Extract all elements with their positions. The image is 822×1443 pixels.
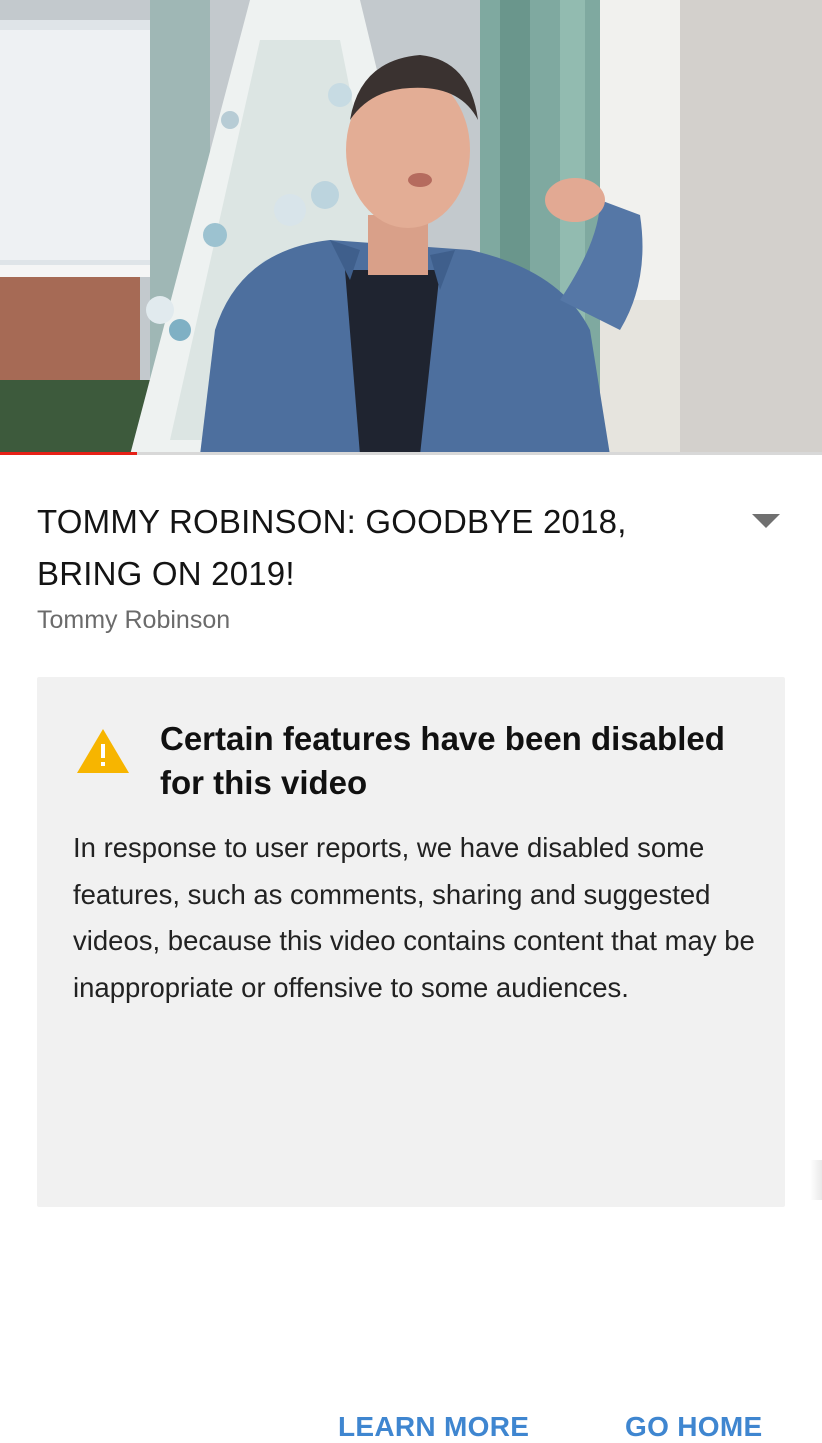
chevron-down-icon[interactable]: [750, 510, 782, 530]
video-title: TOMMY ROBINSON: GOODBYE 2018, BRING ON 2…: [37, 503, 627, 592]
restriction-notice: Certain features have been disabled for …: [37, 677, 785, 1442]
video-player[interactable]: [0, 0, 822, 455]
notice-title: Certain features have been disabled for …: [160, 720, 725, 801]
go-home-button[interactable]: GO HOME: [625, 1411, 762, 1443]
edge-shadow: [810, 1160, 822, 1200]
warning-icon: [77, 729, 129, 773]
notice-body: In response to user reports, we have dis…: [73, 832, 755, 1003]
progress-bar[interactable]: [0, 452, 822, 455]
channel-name[interactable]: Tommy Robinson: [37, 606, 230, 635]
progress-bar-fill: [0, 452, 138, 455]
video-frame: [0, 0, 822, 455]
learn-more-button[interactable]: LEARN MORE: [338, 1411, 529, 1443]
